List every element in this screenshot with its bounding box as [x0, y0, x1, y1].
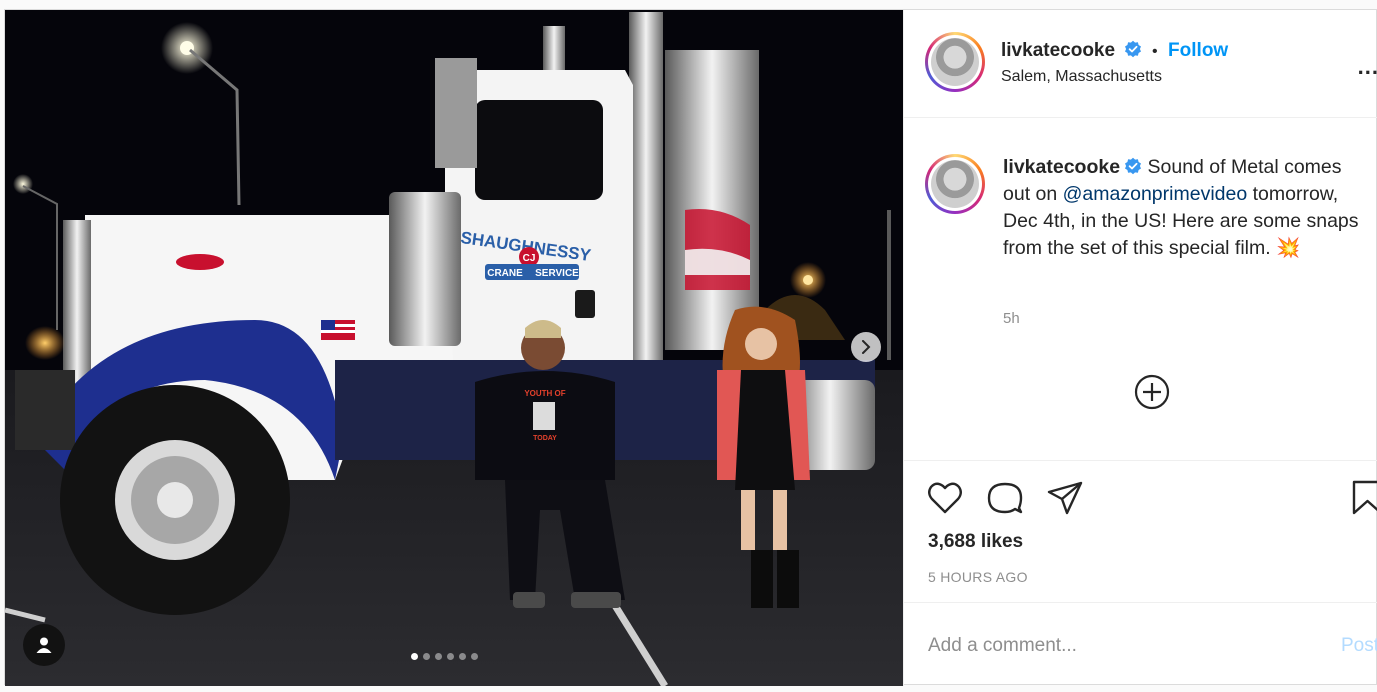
verified-badge-icon	[1125, 157, 1142, 175]
truck-crane-text: CRANE	[487, 268, 523, 279]
like-heart-icon[interactable]	[926, 479, 964, 517]
tagged-users-button[interactable]	[23, 624, 65, 666]
likes-count[interactable]: 3,688 likes	[928, 531, 1023, 553]
truck-photo-illustration: SHAUGHNESSY CJ CRANE SERVICE YOUTH OF TO…	[5, 10, 903, 686]
posted-time[interactable]: 5 HOURS AGO	[928, 569, 1028, 585]
post-header: livkatecooke • Follow Salem, Massachuset…	[904, 10, 1377, 118]
chevron-right-icon	[862, 340, 871, 354]
post-photo[interactable]: SHAUGHNESSY CJ CRANE SERVICE YOUTH OF TO…	[5, 10, 903, 686]
author-username[interactable]: livkatecooke	[1001, 40, 1115, 61]
share-paper-plane-icon[interactable]	[1046, 479, 1084, 517]
shirt-text-bottom: TODAY	[533, 435, 557, 442]
carousel-dot	[459, 653, 466, 660]
truck-service-text: SERVICE	[535, 268, 579, 279]
comment-bubble-icon[interactable]	[986, 479, 1024, 517]
follow-button[interactable]: Follow	[1168, 40, 1228, 61]
caption-username[interactable]: livkatecooke	[1003, 156, 1120, 178]
more-options-button[interactable]: ...	[1358, 54, 1377, 80]
caption-time: 5h	[1003, 310, 1020, 327]
verified-badge-icon	[1124, 40, 1141, 58]
shirt-text-top: YOUTH OF	[524, 389, 565, 398]
truck-badge-text: CJ	[523, 253, 536, 264]
load-more-comments-icon[interactable]	[1134, 374, 1170, 410]
add-comment-bar: Post	[904, 602, 1377, 686]
post-actions: 3,688 likes 5 HOURS AGO	[904, 460, 1377, 602]
post-comment-button[interactable]: Post	[1341, 635, 1377, 657]
post-caption: livkatecooke Sound of Metal comes out on…	[1003, 154, 1368, 262]
author-avatar[interactable]	[925, 32, 985, 92]
person-icon	[36, 637, 52, 653]
carousel-next-button[interactable]	[851, 332, 881, 362]
carousel-dot	[447, 653, 454, 660]
post-side-panel: livkatecooke • Follow Salem, Massachuset…	[903, 10, 1377, 686]
instagram-post: SHAUGHNESSY CJ CRANE SERVICE YOUTH OF TO…	[4, 9, 1377, 686]
caption-mention-link[interactable]: @amazonprimevideo	[1063, 183, 1248, 205]
avatar-image	[931, 160, 979, 208]
carousel-dot	[411, 653, 418, 660]
save-bookmark-icon[interactable]	[1351, 479, 1377, 517]
post-location[interactable]: Salem, Massachusetts	[1001, 68, 1162, 86]
carousel-dot	[435, 653, 442, 660]
carousel-indicator	[411, 653, 478, 660]
caption-avatar[interactable]	[925, 154, 985, 214]
comments-area: livkatecooke Sound of Metal comes out on…	[904, 118, 1377, 460]
comment-input[interactable]	[928, 631, 1328, 661]
avatar-image	[931, 38, 979, 86]
header-separator: •	[1151, 43, 1158, 60]
carousel-dot	[423, 653, 430, 660]
carousel-dot	[471, 653, 478, 660]
